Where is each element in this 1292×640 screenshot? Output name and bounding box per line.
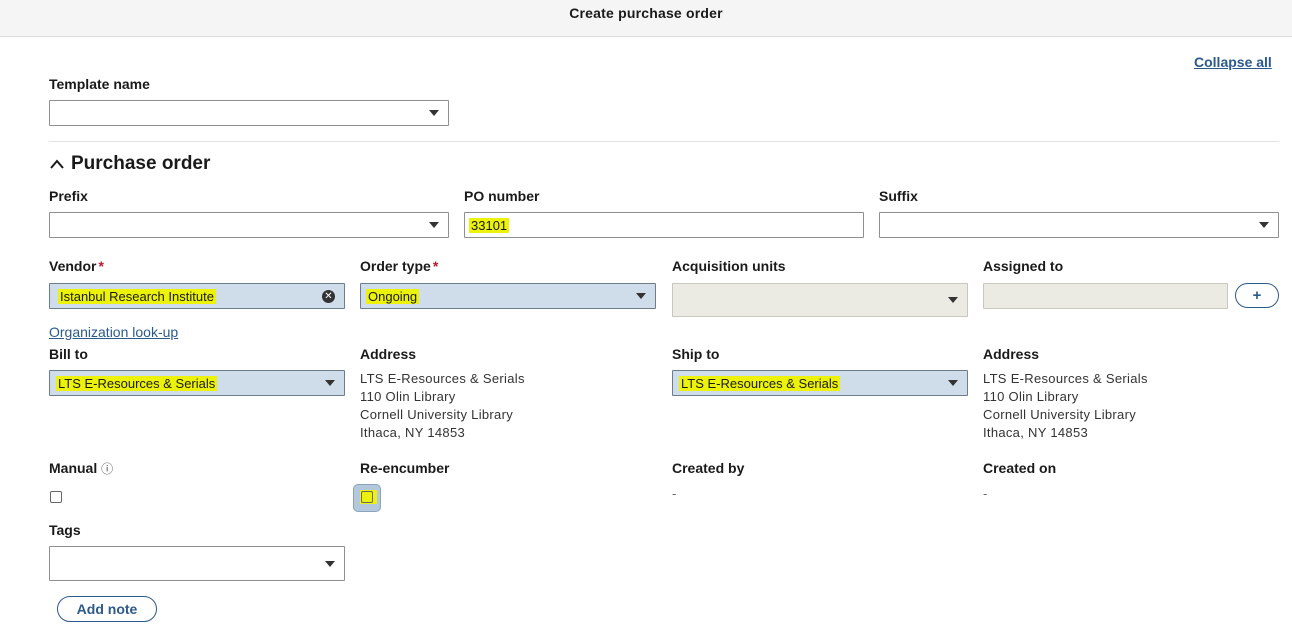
- created-on-label: Created on: [983, 460, 1057, 476]
- created-by-label: Created by: [672, 460, 745, 476]
- bill-to-select[interactable]: LTS E-Resources & Serials: [49, 370, 345, 396]
- po-number-input[interactable]: 33101: [464, 212, 864, 238]
- re-encumber-label: Re-encumber: [360, 460, 450, 476]
- chevron-down-icon: [429, 110, 439, 116]
- page-title: Create purchase order: [569, 5, 723, 21]
- bill-to-label: Bill to: [49, 346, 88, 362]
- chevron-down-icon: [1259, 222, 1269, 228]
- bill-to-address-label: Address: [360, 346, 417, 362]
- chevron-up-icon: [50, 159, 64, 169]
- suffix-select[interactable]: [879, 212, 1279, 238]
- vendor-label: Vendor *: [49, 258, 104, 274]
- ship-to-address-label: Address: [983, 346, 1040, 362]
- assigned-to-label: Assigned to: [983, 258, 1064, 274]
- vendor-field[interactable]: Istanbul Research Institute ✕: [49, 283, 345, 309]
- order-type-select[interactable]: Ongoing: [360, 283, 656, 309]
- po-number-label: PO number: [464, 188, 540, 204]
- manual-checkbox[interactable]: [50, 491, 62, 503]
- chevron-down-icon: [948, 297, 958, 303]
- info-icon[interactable]: ⓘ: [101, 462, 113, 476]
- tags-select[interactable]: [49, 546, 345, 581]
- template-name-label: Template name: [49, 76, 150, 92]
- purchase-order-section-toggle[interactable]: Purchase order: [49, 153, 210, 175]
- order-type-label: Order type *: [360, 258, 439, 274]
- clear-icon[interactable]: ✕: [322, 290, 335, 303]
- organization-lookup-link[interactable]: Organization look-up: [49, 324, 178, 340]
- chevron-down-icon: [325, 380, 335, 386]
- ship-to-select[interactable]: LTS E-Resources & Serials: [672, 370, 968, 396]
- bill-to-address: LTS E-Resources & Serials 110 Olin Libra…: [360, 371, 525, 440]
- created-on-value: -: [983, 486, 988, 501]
- chevron-down-icon: [325, 560, 335, 567]
- prefix-select[interactable]: [49, 212, 449, 238]
- chevron-down-icon: [948, 380, 958, 386]
- template-name-select[interactable]: [49, 100, 449, 126]
- chevron-down-icon: [429, 222, 439, 228]
- ship-to-address: LTS E-Resources & Serials 110 Olin Libra…: [983, 371, 1148, 440]
- section-title: Purchase order: [71, 153, 211, 174]
- prefix-label: Prefix: [49, 188, 88, 204]
- acquisition-units-label: Acquisition units: [672, 258, 786, 274]
- assign-user-button[interactable]: +: [1235, 283, 1279, 308]
- suffix-label: Suffix: [879, 188, 918, 204]
- tags-label: Tags: [49, 522, 81, 538]
- manual-label: Manual ⓘ: [49, 460, 114, 476]
- page-header: Create purchase order: [0, 0, 1292, 37]
- collapse-all-link[interactable]: Collapse all: [1194, 54, 1272, 70]
- assigned-to-field: [983, 283, 1228, 309]
- chevron-down-icon: [636, 293, 646, 299]
- acquisition-units-select[interactable]: [672, 283, 968, 317]
- re-encumber-checkbox[interactable]: [361, 491, 373, 503]
- divider: [49, 141, 1279, 142]
- add-note-button[interactable]: Add note: [57, 596, 157, 622]
- ship-to-label: Ship to: [672, 346, 720, 362]
- created-by-value: -: [672, 486, 677, 501]
